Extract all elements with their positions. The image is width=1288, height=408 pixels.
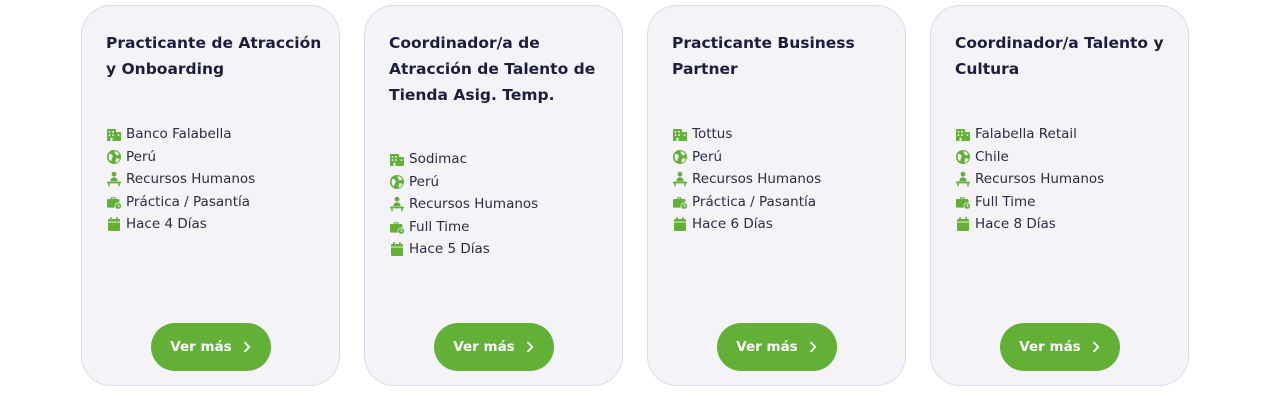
job-cards-row: Practicante de Atracción y Onboarding Ba… — [81, 5, 1189, 386]
ver-mas-button[interactable]: Ver más — [151, 323, 271, 371]
job-posted-label: Hace 8 Días — [975, 216, 1056, 233]
building-icon — [955, 126, 971, 142]
job-posted: Hace 5 Días — [389, 238, 538, 261]
job-country-label: Chile — [975, 148, 1009, 165]
job-type-label: Práctica / Pasantía — [126, 193, 251, 210]
job-type: Práctica / Pasantía — [672, 191, 821, 214]
job-company-label: Tottus — [692, 126, 733, 143]
briefcase-clock-icon — [389, 219, 405, 235]
job-company: Tottus — [672, 123, 821, 146]
job-title: Practicante Business Partner — [672, 34, 855, 78]
job-meta-list: Falabella Retail Chile Recursos Humanos … — [955, 123, 1104, 236]
calendar-icon — [955, 216, 971, 232]
job-area-label: Recursos Humanos — [692, 171, 822, 188]
job-type: Full Time — [955, 191, 1104, 214]
job-company-label: Banco Falabella — [126, 126, 232, 143]
chevron-right-icon — [1091, 341, 1101, 353]
job-company-label: Falabella Retail — [975, 126, 1077, 143]
job-posted-label: Hace 6 Días — [692, 216, 773, 233]
job-posted-label: Hace 5 Días — [409, 241, 490, 258]
job-card: Coordinador/a Talento y Cultura Falabell… — [930, 5, 1189, 386]
job-area-label: Recursos Humanos — [975, 171, 1105, 188]
person-desk-icon — [106, 171, 122, 187]
building-icon — [106, 126, 122, 142]
calendar-icon — [672, 216, 688, 232]
job-meta-list: Sodimac Perú Recursos Humanos Full Time … — [389, 148, 538, 261]
job-area: Recursos Humanos — [389, 193, 538, 216]
person-desk-icon — [672, 171, 688, 187]
job-company: Sodimac — [389, 148, 538, 171]
ver-mas-button[interactable]: Ver más — [717, 323, 837, 371]
building-icon — [672, 126, 688, 142]
ver-mas-label: Ver más — [453, 339, 515, 355]
job-area: Recursos Humanos — [106, 168, 255, 191]
job-card: Coordinador/a de Atracción de Talento de… — [364, 5, 623, 386]
briefcase-clock-icon — [672, 194, 688, 210]
job-meta-list: Banco Falabella Perú Recursos Humanos Pr… — [106, 123, 255, 236]
chevron-right-icon — [525, 341, 535, 353]
calendar-icon — [389, 241, 405, 257]
building-icon — [389, 151, 405, 167]
job-posted-label: Hace 4 Días — [126, 216, 207, 233]
job-type: Práctica / Pasantía — [106, 191, 255, 214]
chevron-right-icon — [808, 341, 818, 353]
job-meta-list: Tottus Perú Recursos Humanos Práctica / … — [672, 123, 821, 236]
job-area-label: Recursos Humanos — [126, 171, 256, 188]
job-country-label: Perú — [126, 148, 157, 165]
job-country: Perú — [389, 171, 538, 194]
job-type-label: Full Time — [975, 193, 1036, 210]
ver-mas-button[interactable]: Ver más — [1000, 323, 1120, 371]
globe-icon — [955, 149, 971, 165]
job-company: Banco Falabella — [106, 123, 255, 146]
person-desk-icon — [389, 196, 405, 212]
ver-mas-button[interactable]: Ver más — [434, 323, 554, 371]
job-company-label: Sodimac — [409, 151, 467, 168]
job-country: Chile — [955, 146, 1104, 169]
job-type-label: Práctica / Pasantía — [692, 193, 817, 210]
ver-mas-label: Ver más — [170, 339, 232, 355]
calendar-icon — [106, 216, 122, 232]
job-area: Recursos Humanos — [955, 168, 1104, 191]
briefcase-clock-icon — [955, 194, 971, 210]
job-card: Practicante de Atracción y Onboarding Ba… — [81, 5, 340, 386]
job-company: Falabella Retail — [955, 123, 1104, 146]
job-type: Full Time — [389, 216, 538, 239]
job-title: Coordinador/a Talento y Cultura — [955, 34, 1164, 78]
job-card: Practicante Business Partner Tottus Perú… — [647, 5, 906, 386]
job-type-label: Full Time — [409, 218, 470, 235]
job-country: Perú — [106, 146, 255, 169]
job-title: Practicante de Atracción y Onboarding — [106, 34, 322, 78]
ver-mas-label: Ver más — [1019, 339, 1081, 355]
job-title: Coordinador/a de Atracción de Talento de… — [389, 34, 596, 104]
globe-icon — [106, 149, 122, 165]
job-posted: Hace 6 Días — [672, 213, 821, 236]
globe-icon — [672, 149, 688, 165]
chevron-right-icon — [242, 341, 252, 353]
job-country-label: Perú — [692, 148, 723, 165]
job-area-label: Recursos Humanos — [409, 196, 539, 213]
job-country: Perú — [672, 146, 821, 169]
job-area: Recursos Humanos — [672, 168, 821, 191]
globe-icon — [389, 174, 405, 190]
job-posted: Hace 8 Días — [955, 213, 1104, 236]
job-country-label: Perú — [409, 173, 440, 190]
ver-mas-label: Ver más — [736, 339, 798, 355]
briefcase-clock-icon — [106, 194, 122, 210]
person-desk-icon — [955, 171, 971, 187]
job-posted: Hace 4 Días — [106, 213, 255, 236]
